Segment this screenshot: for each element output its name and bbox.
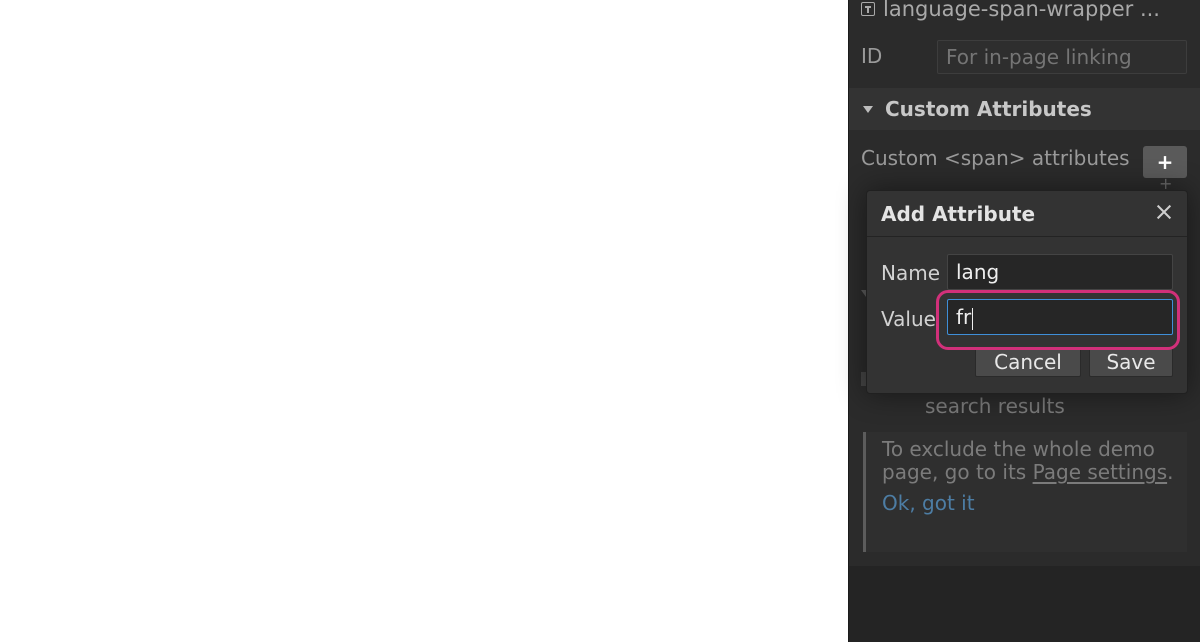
- id-input[interactable]: [937, 40, 1187, 74]
- custom-attributes-header[interactable]: Custom Attributes: [849, 88, 1200, 130]
- dialog-title: Add Attribute: [881, 201, 1036, 226]
- name-label: Name: [881, 261, 941, 285]
- design-canvas[interactable]: [0, 0, 848, 642]
- name-field[interactable]: lang: [947, 254, 1173, 290]
- name-value: lang: [956, 260, 1000, 284]
- cancel-button[interactable]: Cancel: [975, 347, 1081, 377]
- page-settings-link[interactable]: Page settings: [1033, 460, 1168, 484]
- info-text-end: .: [1167, 460, 1174, 484]
- text-element-icon: [861, 2, 875, 16]
- value-label: Value: [881, 307, 936, 331]
- value-value: fr: [956, 305, 972, 329]
- id-label: ID: [861, 44, 883, 68]
- element-name: language-span-wrapper ...: [883, 0, 1160, 21]
- save-button[interactable]: Save: [1089, 347, 1173, 377]
- add-attribute-dialog: Add Attribute Name lang Value fr Cancel …: [866, 190, 1188, 394]
- search-results-label: search results: [925, 394, 1065, 418]
- ok-got-it-link[interactable]: Ok, got it: [882, 492, 1175, 515]
- close-icon[interactable]: [1153, 201, 1175, 223]
- panel-footer: [849, 566, 1200, 642]
- custom-attributes-label: Custom <span> attributes: [861, 146, 1130, 170]
- info-callout: To exclude the whole demo page, go to it…: [863, 432, 1187, 552]
- element-name-row[interactable]: language-span-wrapper ...: [861, 0, 1191, 22]
- dialog-header: Add Attribute: [867, 191, 1187, 237]
- text-cursor: [972, 307, 974, 330]
- section-title: Custom Attributes: [885, 97, 1092, 121]
- value-field[interactable]: fr: [947, 299, 1173, 335]
- caret-down-icon: [863, 105, 873, 113]
